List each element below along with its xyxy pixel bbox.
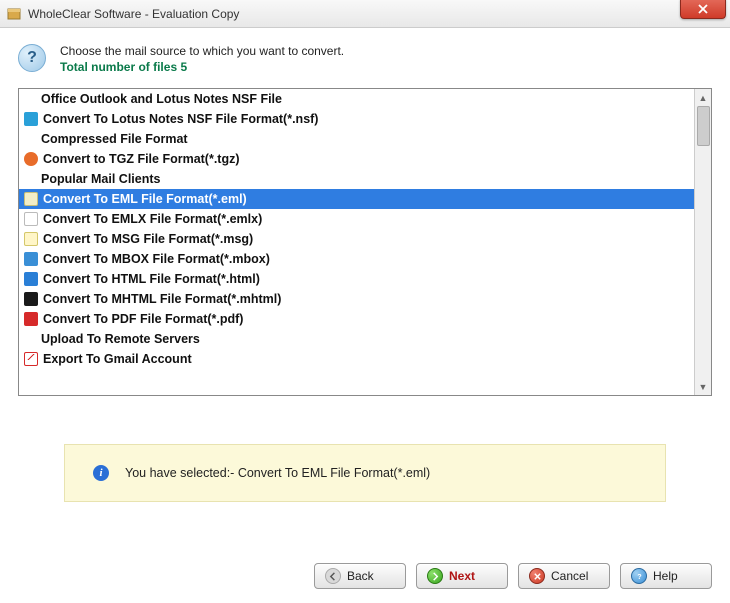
cancel-button[interactable]: Cancel <box>518 563 610 589</box>
help-icon: ? <box>18 44 46 72</box>
help-button-icon: ? <box>631 568 647 584</box>
list-item-label: Convert To MSG File Format(*.msg) <box>43 232 253 246</box>
cancel-icon <box>529 568 545 584</box>
list-section-header: Office Outlook and Lotus Notes NSF File <box>19 89 694 109</box>
wizard-footer: Back Next Cancel ? Help <box>18 543 712 589</box>
list-item[interactable]: Convert To EMLX File Format(*.emlx) <box>19 209 694 229</box>
gmail-icon <box>23 351 39 367</box>
scroll-thumb[interactable] <box>697 106 710 146</box>
pdf-icon <box>23 311 39 327</box>
list-item-label: Convert To MBOX File Format(*.mbox) <box>43 252 270 266</box>
mhtml-icon <box>23 291 39 307</box>
html-icon <box>23 271 39 287</box>
list-section-header: Upload To Remote Servers <box>19 329 694 349</box>
emlx-icon <box>23 211 39 227</box>
list-item[interactable]: Convert To MBOX File Format(*.mbox) <box>19 249 694 269</box>
svg-text:?: ? <box>637 572 641 581</box>
instruction-text: Choose the mail source to which you want… <box>60 44 344 58</box>
next-icon <box>427 568 443 584</box>
list-item[interactable]: Convert To HTML File Format(*.html) <box>19 269 694 289</box>
wizard-body: ? Choose the mail source to which you wa… <box>0 28 730 603</box>
back-icon <box>325 568 341 584</box>
selection-info: i You have selected:- Convert To EML Fil… <box>64 444 666 502</box>
list-section-header: Compressed File Format <box>19 129 694 149</box>
list-item[interactable]: Convert To MSG File Format(*.msg) <box>19 229 694 249</box>
list-item-label: Convert To EML File Format(*.eml) <box>43 192 247 206</box>
help-button[interactable]: ? Help <box>620 563 712 589</box>
list-item-label: Convert To EMLX File Format(*.emlx) <box>43 212 262 226</box>
list-item-label: Office Outlook and Lotus Notes NSF File <box>41 92 282 106</box>
list-item[interactable]: Convert To MHTML File Format(*.mhtml) <box>19 289 694 309</box>
list-item[interactable]: Convert To PDF File Format(*.pdf) <box>19 309 694 329</box>
list-item-label: Convert To HTML File Format(*.html) <box>43 272 260 286</box>
list-item[interactable]: Export To Gmail Account <box>19 349 694 369</box>
scrollbar[interactable]: ▲ ▼ <box>694 89 711 395</box>
close-icon <box>698 4 708 14</box>
wizard-header: ? Choose the mail source to which you wa… <box>18 44 712 74</box>
list-section-header: Popular Mail Clients <box>19 169 694 189</box>
list-item-label: Upload To Remote Servers <box>41 332 200 346</box>
back-button[interactable]: Back <box>314 563 406 589</box>
list-item-label: Compressed File Format <box>41 132 188 146</box>
titlebar: WholeClear Software - Evaluation Copy <box>0 0 730 28</box>
format-list: Office Outlook and Lotus Notes NSF File C… <box>18 88 712 396</box>
list-item[interactable]: Convert to TGZ File Format(*.tgz) <box>19 149 694 169</box>
list-item-label: Export To Gmail Account <box>43 352 192 366</box>
app-icon <box>6 6 22 22</box>
tgz-icon <box>23 151 39 167</box>
list-item[interactable]: Convert To Lotus Notes NSF File Format(*… <box>19 109 694 129</box>
selection-info-text: You have selected:- Convert To EML File … <box>125 466 430 480</box>
list-item[interactable]: Convert To EML File Format(*.eml) <box>19 189 694 209</box>
list-item-label: Convert To MHTML File Format(*.mhtml) <box>43 292 281 306</box>
close-button[interactable] <box>680 0 726 19</box>
mbox-icon <box>23 251 39 267</box>
format-list-inner[interactable]: Office Outlook and Lotus Notes NSF File C… <box>19 89 694 395</box>
scroll-up-icon[interactable]: ▲ <box>697 91 710 104</box>
next-button[interactable]: Next <box>416 563 508 589</box>
list-item-label: Convert To PDF File Format(*.pdf) <box>43 312 243 326</box>
file-count-text: Total number of files 5 <box>60 60 344 74</box>
list-item-label: Convert to TGZ File Format(*.tgz) <box>43 152 240 166</box>
eml-icon <box>23 191 39 207</box>
window-title: WholeClear Software - Evaluation Copy <box>28 7 239 21</box>
scroll-down-icon[interactable]: ▼ <box>697 380 710 393</box>
nsf-icon <box>23 111 39 127</box>
list-item-label: Popular Mail Clients <box>41 172 160 186</box>
header-text: Choose the mail source to which you want… <box>60 44 344 74</box>
list-item-label: Convert To Lotus Notes NSF File Format(*… <box>43 112 318 126</box>
msg-icon <box>23 231 39 247</box>
info-icon: i <box>93 465 109 481</box>
